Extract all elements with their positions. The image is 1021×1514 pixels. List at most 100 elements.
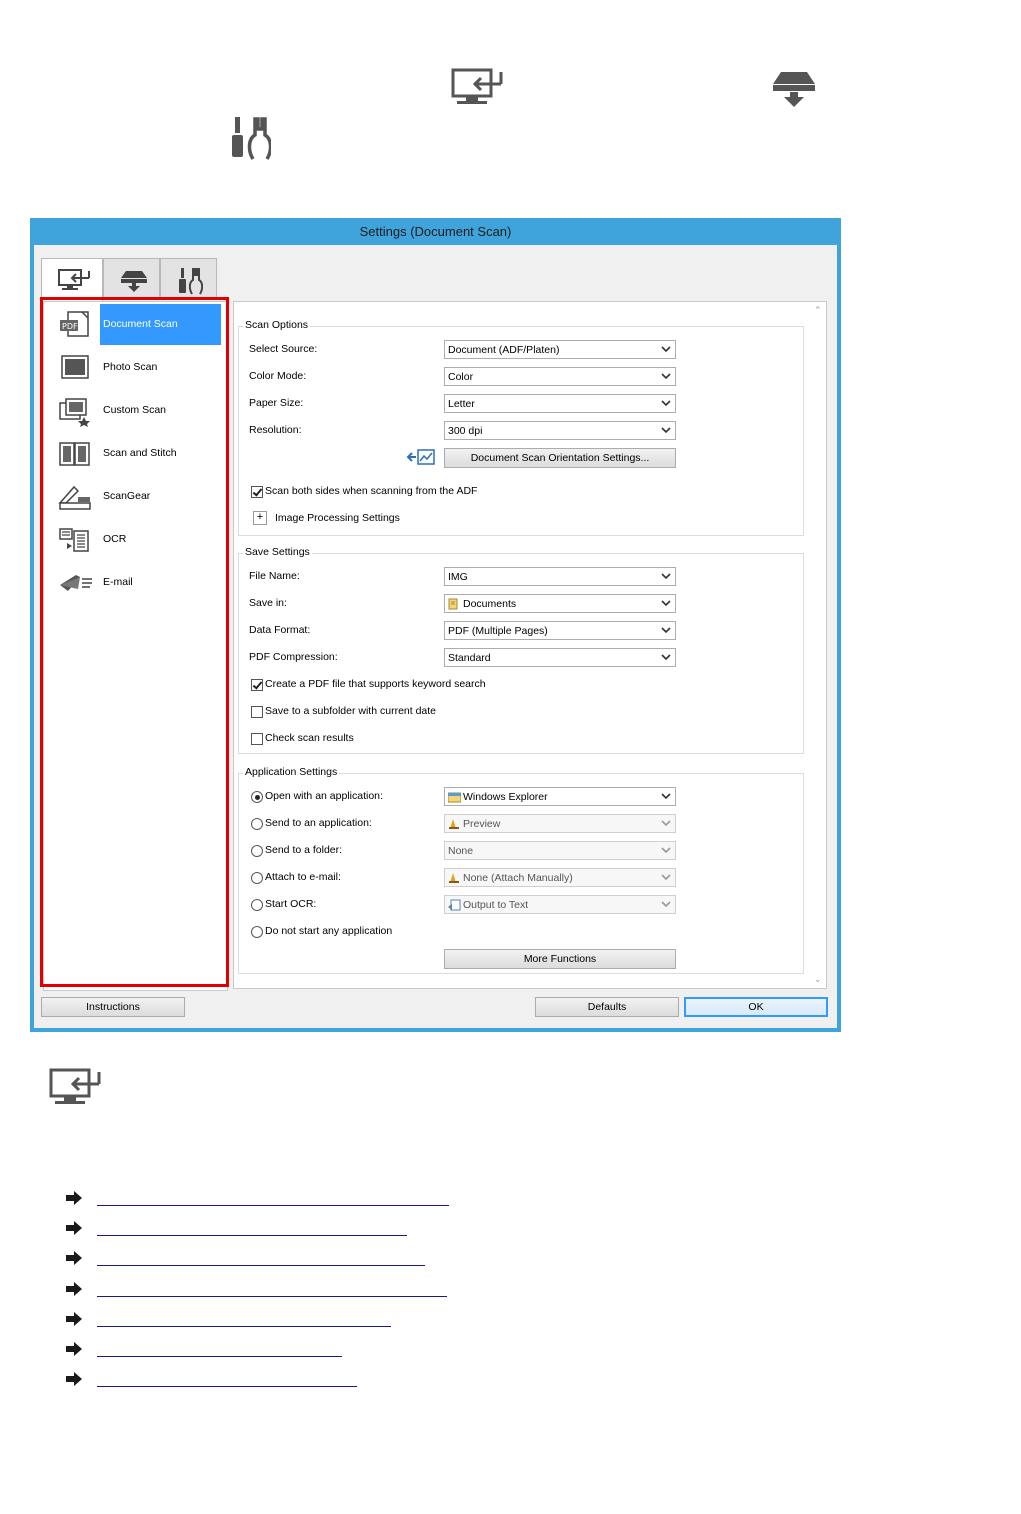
send-to-app-dropdown[interactable]: Preview — [444, 814, 676, 833]
send-to-folder-radio[interactable] — [251, 845, 263, 857]
right-arrow-icon — [66, 1282, 82, 1296]
scan-from-computer-tab[interactable] — [41, 258, 103, 301]
scan-from-operation-panel-icon — [771, 70, 817, 108]
list-item-label: Photo Scan — [103, 361, 158, 373]
list-item-label: Scan and Stitch — [103, 447, 177, 459]
chevron-down-icon — [661, 901, 671, 908]
color-mode-dropdown[interactable]: Color — [444, 367, 676, 386]
data-format-label: Data Format: — [249, 624, 311, 636]
save-settings-group: Save Settings File Name: IMG Save in: Do… — [238, 546, 804, 754]
start-ocr-label: Start OCR: — [265, 898, 317, 910]
image-processing-expander[interactable]: + — [253, 511, 267, 525]
subfolder-label: Save to a subfolder with current date — [265, 705, 437, 717]
custom-scan-icon — [59, 398, 90, 427]
chevron-down-icon — [661, 600, 671, 607]
list-item[interactable] — [66, 1310, 456, 1330]
send-to-app-radio[interactable] — [251, 818, 263, 830]
list-item-scangear[interactable]: ScanGear — [44, 475, 228, 517]
dialog-client-area: PDF Document Scan Photo Scan Custom Scan… — [34, 245, 837, 1028]
start-ocr-dropdown[interactable]: Output to Text — [444, 895, 676, 914]
group-title: Application Settings — [243, 766, 340, 778]
scanner-down-icon — [121, 271, 147, 292]
vertical-scrollbar[interactable]: ⌃ ⌄ — [811, 303, 825, 987]
keyword-search-label: Create a PDF file that supports keyword … — [265, 678, 486, 690]
scan-from-panel-tab[interactable] — [103, 258, 160, 299]
scan-from-computer-icon — [49, 1068, 103, 1110]
chevron-down-icon — [661, 400, 671, 407]
right-arrow-icon — [66, 1312, 82, 1326]
list-item-document-scan[interactable]: PDF Document Scan — [44, 303, 228, 345]
tools-icon — [179, 268, 203, 295]
general-settings-tab[interactable] — [160, 258, 217, 299]
list-item-custom-scan[interactable]: Custom Scan — [44, 389, 228, 431]
scan-type-list: PDF Document Scan Photo Scan Custom Scan… — [40, 297, 229, 991]
list-item-e-mail[interactable]: E-mail — [44, 561, 228, 603]
pdf-compression-dropdown[interactable]: Standard — [444, 648, 676, 667]
list-item-label: OCR — [103, 533, 127, 545]
scan-both-sides-checkbox[interactable] — [251, 486, 263, 498]
save-in-dropdown[interactable]: Documents — [444, 594, 676, 613]
file-name-label: File Name: — [249, 570, 300, 582]
paper-size-dropdown[interactable]: Letter — [444, 394, 676, 413]
output-text-icon — [448, 899, 461, 911]
attach-email-radio[interactable] — [251, 872, 263, 884]
paper-size-label: Paper Size: — [249, 397, 304, 409]
list-item[interactable] — [66, 1249, 456, 1269]
open-with-app-radio[interactable] — [251, 791, 263, 803]
subfolder-checkbox[interactable] — [251, 706, 263, 718]
list-item-label: E-mail — [103, 576, 133, 588]
link-underline[interactable] — [97, 1235, 407, 1236]
defaults-button[interactable]: Defaults — [535, 997, 679, 1017]
application-settings-group: Application Settings Open with an applic… — [238, 766, 804, 974]
link-underline[interactable] — [97, 1205, 449, 1206]
send-to-folder-label: Send to a folder: — [265, 844, 343, 856]
list-item-label: Custom Scan — [103, 404, 167, 416]
list-item-photo-scan[interactable]: Photo Scan — [44, 346, 228, 388]
right-arrow-icon — [66, 1342, 82, 1356]
pdf-compression-label: PDF Compression: — [249, 651, 338, 663]
ocr-icon — [59, 528, 89, 552]
no-app-radio[interactable] — [251, 926, 263, 938]
scan-from-computer-icon — [451, 68, 505, 108]
attach-email-dropdown[interactable]: None (Attach Manually) — [444, 868, 676, 887]
no-app-label: Do not start any application — [265, 925, 393, 937]
chevron-down-icon — [661, 627, 671, 634]
list-item-ocr[interactable]: OCR — [44, 518, 228, 560]
orientation-settings-button[interactable]: Document Scan Orientation Settings... — [444, 448, 676, 468]
ok-button[interactable]: OK — [684, 997, 828, 1017]
open-with-app-label: Open with an application: — [265, 790, 383, 802]
keyword-search-checkbox[interactable] — [251, 679, 263, 691]
link-underline[interactable] — [97, 1386, 357, 1387]
check-scan-results-checkbox[interactable] — [251, 733, 263, 745]
file-name-dropdown[interactable]: IMG — [444, 567, 676, 586]
open-with-app-dropdown[interactable]: Windows Explorer — [444, 787, 676, 806]
instructions-button[interactable]: Instructions — [41, 997, 185, 1017]
resolution-dropdown[interactable]: 300 dpi — [444, 421, 676, 440]
select-source-dropdown[interactable]: Document (ADF/Platen) — [444, 340, 676, 359]
right-arrow-icon — [66, 1221, 82, 1235]
preview-app-icon — [449, 819, 459, 829]
save-in-label: Save in: — [249, 597, 287, 609]
link-underline[interactable] — [97, 1326, 391, 1327]
start-ocr-radio[interactable] — [251, 899, 263, 911]
scroll-up-icon[interactable]: ⌃ — [814, 305, 822, 316]
group-title: Save Settings — [243, 546, 312, 558]
link-underline[interactable] — [97, 1265, 425, 1266]
list-item-label: Document Scan — [103, 318, 178, 330]
right-arrow-icon — [66, 1191, 82, 1205]
more-functions-button[interactable]: More Functions — [444, 949, 676, 969]
list-item[interactable] — [66, 1219, 456, 1239]
list-item[interactable] — [66, 1280, 456, 1300]
data-format-dropdown[interactable]: PDF (Multiple Pages) — [444, 621, 676, 640]
link-underline[interactable] — [97, 1296, 447, 1297]
list-item[interactable] — [66, 1370, 456, 1390]
color-mode-label: Color Mode: — [249, 370, 307, 382]
list-item[interactable] — [66, 1189, 456, 1209]
scroll-down-icon[interactable]: ⌄ — [814, 974, 822, 985]
list-item[interactable] — [66, 1340, 456, 1360]
list-item-scan-and-stitch[interactable]: Scan and Stitch — [44, 432, 228, 474]
chevron-down-icon — [661, 346, 671, 353]
attach-email-label: Attach to e-mail: — [265, 871, 341, 883]
link-underline[interactable] — [97, 1356, 342, 1357]
send-to-folder-dropdown[interactable]: None — [444, 841, 676, 860]
